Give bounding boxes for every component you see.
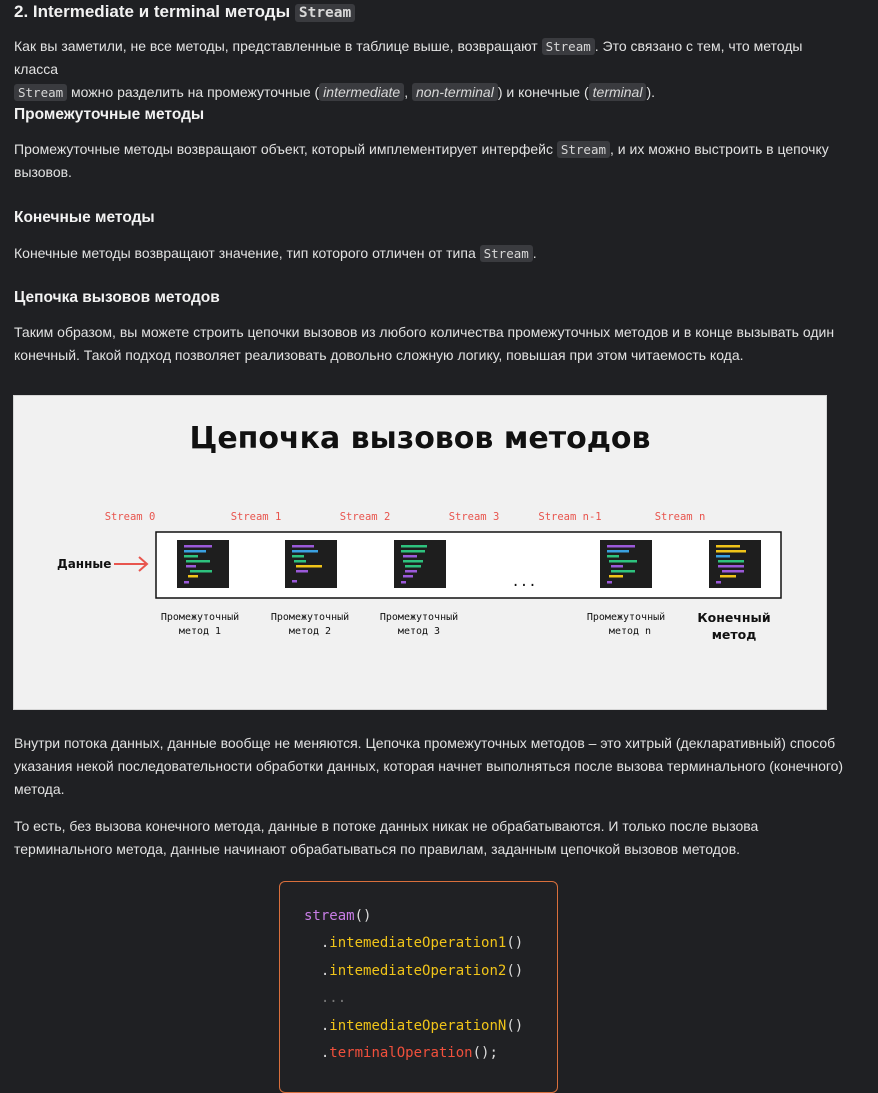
stream-label-3: Stream 3 <box>449 511 500 523</box>
stream-label-2: Stream 2 <box>340 511 391 523</box>
code-line-4: ... <box>320 990 347 1006</box>
code-example: stream() .intemediateOperation1() .intem… <box>279 881 558 1093</box>
diagram-title: Цепочка вызовов методов <box>189 421 650 456</box>
explanation-paragraph-2: То есть, без вызова конечного метода, да… <box>14 818 759 857</box>
caption-method-n-line1: Промежуточный <box>587 611 665 623</box>
stream-label-1: Stream 1 <box>231 511 282 523</box>
caption-method-3-line1: Промежуточный <box>380 611 458 623</box>
stream-label-0: Stream 0 <box>105 511 156 523</box>
ellipsis: ... <box>511 574 536 590</box>
heading-intermediate: Промежуточные методы <box>14 106 205 123</box>
stream-label-n-1: Stream n-1 <box>538 511 601 523</box>
code-line-3: .intemediateOperation2() <box>320 963 524 979</box>
heading-terminal: Конечные методы <box>14 209 155 226</box>
stream-label-n: Stream n <box>655 511 706 523</box>
explanation-paragraph-1: Внутри потока данных, данные вообще не м… <box>14 735 844 797</box>
caption-method-2-line1: Промежуточный <box>271 611 349 623</box>
code-line-5: .intemediateOperationN() <box>320 1018 524 1034</box>
intermediate-paragraph: Промежуточные методы возвращают объект, … <box>14 141 829 180</box>
caption-method-2-line2: метод 2 <box>289 626 331 637</box>
code-line-2: .intemediateOperation1() <box>320 935 524 951</box>
caption-method-n-line2: метод n <box>609 626 651 637</box>
caption-method-1-line1: Промежуточный <box>161 611 239 623</box>
intro-paragraph: Как вы заметили, не все методы, представ… <box>14 38 803 101</box>
chain-diagram: Цепочка вызовов методов Stream 0 Stream … <box>13 395 827 710</box>
method-box-3 <box>394 540 446 588</box>
caption-method-3-line2: метод 3 <box>398 626 440 637</box>
chain-paragraph: Таким образом, вы можете строить цепочки… <box>14 324 835 363</box>
heading-chain: Цепочка вызовов методов <box>14 289 220 306</box>
terminal-box <box>709 540 761 588</box>
input-label: Данные <box>57 557 111 571</box>
caption-terminal-line1: Конечный <box>697 610 770 625</box>
method-box-2 <box>285 540 337 588</box>
caption-terminal-line2: метод <box>712 627 757 642</box>
code-line-6: .terminalOperation(); <box>320 1045 498 1061</box>
pipeline-frame <box>155 531 782 599</box>
caption-method-1-line2: метод 1 <box>179 626 221 637</box>
section-heading: 2. Intermediate и terminal методы Stream <box>14 2 356 22</box>
method-box-n <box>600 540 652 588</box>
terminal-paragraph: Конечные методы возвращают значение, тип… <box>14 245 537 262</box>
method-box-1 <box>177 540 229 588</box>
stream-code: Stream <box>294 4 356 22</box>
code-line-1: stream() <box>304 908 372 924</box>
